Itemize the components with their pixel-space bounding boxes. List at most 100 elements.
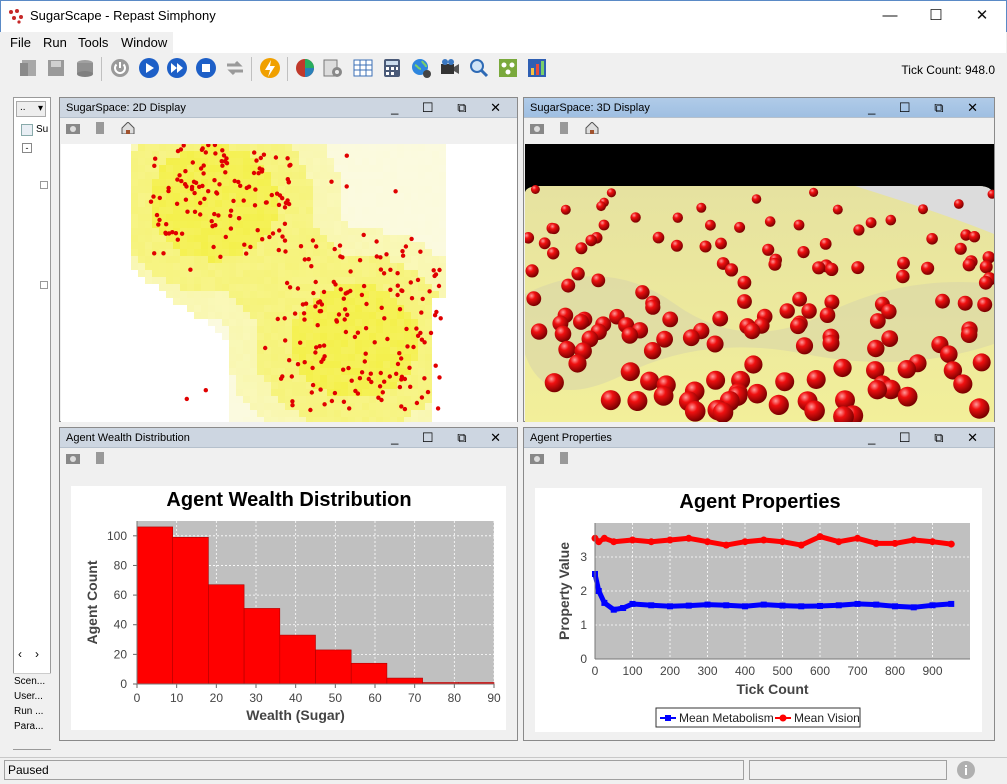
agent-dot: [407, 365, 412, 370]
agent-sphere: [897, 386, 918, 407]
settings-icon[interactable]: [322, 57, 344, 79]
tree-expander[interactable]: [40, 181, 48, 189]
agent-sphere: [715, 237, 727, 250]
frame-controls[interactable]: _ ☐ ⧉ ✕: [868, 100, 988, 116]
agent-sphere: [795, 337, 814, 355]
agent-dot: [157, 217, 162, 223]
agent-dot: [419, 395, 425, 400]
play-icon[interactable]: [138, 57, 160, 79]
agent-sphere: [768, 257, 782, 271]
load-icon[interactable]: [18, 57, 40, 79]
series-point: [610, 538, 618, 546]
camera-icon[interactable]: [530, 122, 544, 134]
menu-file[interactable]: File: [10, 35, 31, 50]
agent-dot: [314, 244, 319, 249]
database-icon[interactable]: [74, 57, 96, 79]
network-icon[interactable]: [497, 57, 519, 79]
scroll-left-icon[interactable]: ‹: [18, 647, 22, 661]
agent-dot: [359, 370, 365, 375]
tab-run-options[interactable]: Run ...: [14, 704, 51, 719]
menu-tools[interactable]: Tools: [78, 35, 108, 50]
maximize-button[interactable]: ☐: [913, 0, 959, 30]
move-icon[interactable]: [93, 452, 107, 464]
tab-user-panel[interactable]: User...: [14, 689, 51, 704]
step-icon[interactable]: [166, 57, 188, 79]
agent-sphere: [775, 372, 795, 392]
menu-run[interactable]: Run: [43, 35, 67, 50]
move-icon[interactable]: [93, 122, 107, 134]
y-tick-label: 20: [114, 647, 128, 661]
close-button[interactable]: ✕: [959, 0, 1005, 30]
tree-expander[interactable]: [40, 281, 48, 289]
agent-sphere: [712, 402, 734, 422]
agent-dot: [175, 237, 180, 242]
x-tick-label: 20: [210, 691, 224, 705]
agent-dot: [394, 371, 399, 376]
globe-icon[interactable]: [410, 57, 432, 79]
zoom-icon[interactable]: [468, 57, 490, 79]
camera-icon[interactable]: [66, 122, 80, 134]
home-icon[interactable]: [585, 122, 599, 134]
chart-wizard-icon[interactable]: [294, 57, 316, 79]
series-point: [835, 602, 842, 609]
tree-collapse-icon[interactable]: -: [22, 143, 32, 153]
movie-icon[interactable]: [439, 57, 461, 79]
save-icon[interactable]: [45, 57, 67, 79]
agent-dot: [252, 203, 258, 208]
agent-dot: [382, 379, 387, 384]
agent-dot: [359, 292, 365, 298]
agent-dot: [255, 228, 260, 233]
agent-sphere: [918, 204, 928, 215]
agent-dot: [435, 406, 441, 411]
scroll-right-icon[interactable]: ›: [35, 647, 39, 661]
sugar-space-3d-canvas[interactable]: [525, 144, 994, 422]
flash-icon[interactable]: [259, 57, 281, 79]
agent-dot: [397, 351, 402, 356]
agent-dot: [381, 271, 387, 276]
move-icon[interactable]: [557, 452, 571, 464]
agent-dot: [254, 158, 259, 163]
agent-sphere: [712, 310, 729, 327]
agent-dot: [278, 376, 284, 381]
frame-controls[interactable]: _ ☐ ⧉ ✕: [391, 430, 511, 446]
tab-scenario[interactable]: Scen...: [14, 674, 51, 689]
y-axis-label: Property Value: [556, 542, 572, 640]
stop-icon[interactable]: [195, 57, 217, 79]
agent-sphere: [672, 212, 683, 223]
agent-sphere: [819, 238, 832, 250]
series-point: [760, 536, 768, 544]
move-icon[interactable]: [557, 122, 571, 134]
menu-window[interactable]: Window: [121, 35, 167, 50]
minimize-button[interactable]: —: [867, 0, 913, 30]
toolbar-separator: [287, 57, 288, 81]
info-icon[interactable]: [956, 760, 976, 780]
agent-sphere: [598, 219, 610, 231]
series-point: [685, 534, 693, 542]
camera-icon[interactable]: [66, 452, 80, 464]
tab-parameters[interactable]: Para...: [14, 719, 51, 734]
frame-controls[interactable]: _ ☐ ⧉ ✕: [391, 100, 511, 116]
agent-sphere: [935, 293, 950, 309]
camera-icon[interactable]: [530, 452, 544, 464]
tree-item[interactable]: Su: [36, 124, 48, 135]
reset-icon[interactable]: [224, 57, 246, 79]
frame-controls[interactable]: _ ☐ ⧉ ✕: [868, 430, 988, 446]
agent-dot: [179, 231, 185, 236]
agent-dot: [276, 247, 281, 253]
agent-dot: [366, 376, 371, 382]
home-icon[interactable]: [121, 122, 135, 134]
agent-dot: [246, 184, 252, 189]
agent-dot: [322, 402, 327, 407]
agent-dot: [317, 299, 323, 304]
power-icon[interactable]: [109, 57, 131, 79]
spreadsheet-icon[interactable]: [352, 57, 374, 79]
bar-chart-icon[interactable]: [526, 57, 548, 79]
sugar-space-2d-canvas[interactable]: [61, 144, 517, 422]
x-tick-label: 500: [772, 664, 792, 678]
agent-dot: [415, 333, 421, 338]
agent-dot: [198, 212, 203, 217]
tree-dropdown[interactable]: ▾..: [16, 101, 46, 117]
calculator-icon[interactable]: [381, 57, 403, 79]
agent-dot: [258, 155, 263, 161]
agent-dot: [242, 242, 247, 247]
